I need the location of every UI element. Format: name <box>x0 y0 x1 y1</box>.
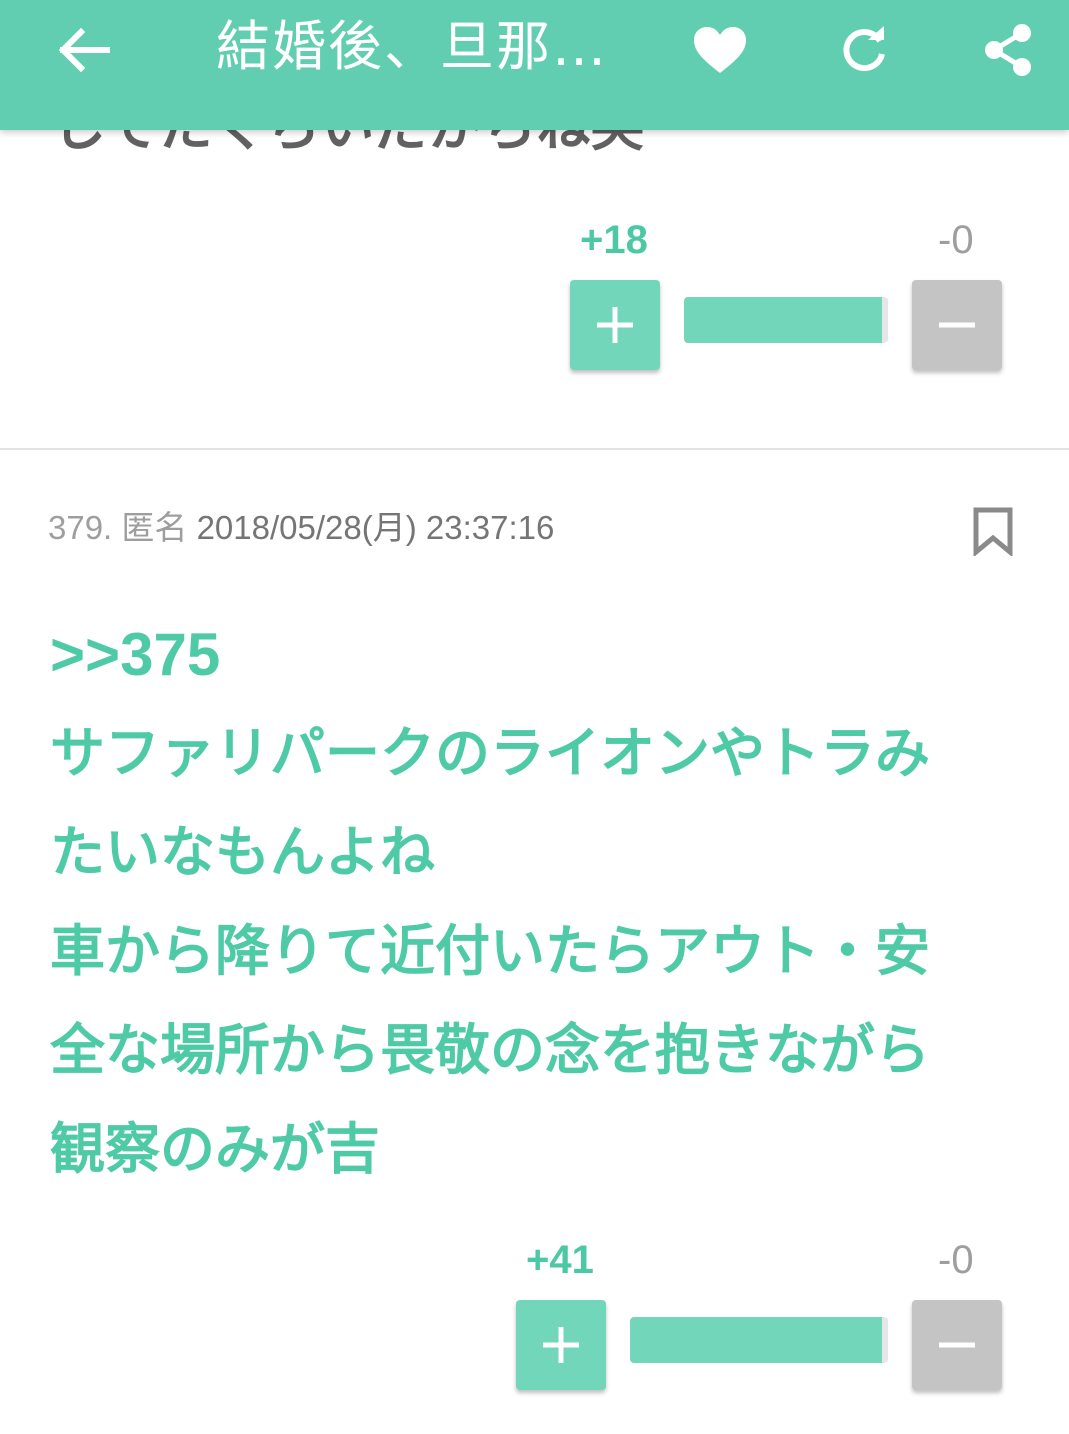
comment-body: >>375 サファリパークのライオンやトラみ たいなもんよね 車から降りて近付い… <box>50 605 1020 1199</box>
comment-line: 車から降りて近付いたらアウト・安 <box>50 919 931 983</box>
comment-line: サファリパークのライオンやトラみ <box>50 721 931 785</box>
comment-line: 全な場所から畏敬の念を抱きながら <box>50 1018 931 1082</box>
arrow-left-icon <box>59 28 110 72</box>
plus-vote-button[interactable] <box>516 1300 606 1390</box>
vote-ratio-bar <box>684 297 888 343</box>
minus-vote-button[interactable] <box>912 1300 1002 1390</box>
reply-anchor-link[interactable]: >>375 <box>50 605 1020 704</box>
refresh-icon <box>843 26 885 72</box>
plus-icon <box>597 307 633 343</box>
comment-author: 匿名 <box>121 509 188 546</box>
comment-line: 観察のみが吉 <box>50 1117 381 1181</box>
back-button[interactable] <box>40 0 130 100</box>
plus-icon <box>543 1327 579 1363</box>
comment-datetime: 2018/05/28(月) 23:37:16 <box>196 509 555 546</box>
comment-line: たいなもんよね <box>50 820 436 884</box>
bookmark-button[interactable] <box>972 506 1020 564</box>
page-title: 結婚後、旦那… <box>216 15 608 78</box>
minus-icon <box>939 322 975 328</box>
minus-icon <box>939 1342 975 1348</box>
bookmark-icon <box>973 507 1013 558</box>
vote-ratio-bar <box>630 1317 888 1363</box>
plus-count: +18 <box>580 218 648 262</box>
comment-divider <box>0 448 1069 450</box>
favorite-button[interactable] <box>680 0 760 100</box>
minus-count: -0 <box>938 218 974 262</box>
share-icon <box>985 24 1031 76</box>
minus-count: -0 <box>938 1238 974 1282</box>
plus-vote-button[interactable] <box>570 280 660 370</box>
comment-number: 379. <box>48 509 113 546</box>
share-button[interactable] <box>966 0 1050 100</box>
reload-button[interactable] <box>822 0 906 100</box>
heart-icon <box>694 27 746 73</box>
plus-count: +41 <box>526 1238 594 1282</box>
vote-ratio-fill <box>684 297 882 343</box>
minus-vote-button[interactable] <box>912 280 1002 370</box>
comment-meta: 379. 匿名 2018/05/28(月) 23:37:16 <box>48 506 554 550</box>
app-bar: 結婚後、旦那… <box>0 0 1069 130</box>
vote-ratio-fill <box>630 1317 882 1363</box>
